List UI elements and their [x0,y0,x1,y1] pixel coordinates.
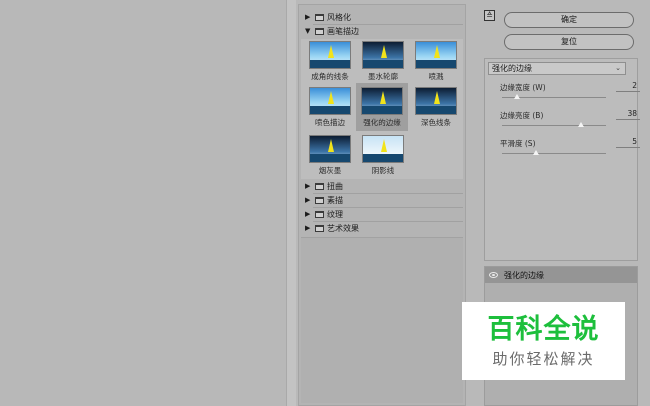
gallery-empty-area [301,237,463,403]
slider-knob[interactable] [513,94,520,99]
filter-preview-image [362,41,404,69]
slider-track[interactable] [502,153,606,154]
filter-thumb-ink-outlines[interactable]: 墨水轮廓 [358,39,408,83]
filter-preview-image [361,87,403,115]
category-label: 素描 [327,195,343,205]
slider-knob[interactable] [578,122,585,127]
filter-thumb-accented-edges[interactable]: 强化的边缘 [356,83,408,131]
slider-knob[interactable] [533,150,540,155]
filter-thumb-label: 喷溅 [428,72,444,81]
filter-preview-image [309,41,351,69]
filter-preview-image [415,41,457,69]
filter-thumb-label: 强化的边缘 [363,118,401,127]
eye-icon[interactable] [489,272,498,278]
filter-preview-image [309,87,351,115]
param-label: 边缘亮度 (B) [500,111,544,120]
category-label: 风格化 [327,12,351,22]
folder-open-icon [315,27,324,35]
ok-button[interactable]: 确定 [504,12,634,28]
filter-thumb-label: 成角的线条 [311,72,349,81]
filter-thumb-label: 墨水轮廓 [368,72,398,81]
folder-icon [315,196,324,204]
param-label: 边缘宽度 (W) [500,83,546,92]
param-value-field[interactable]: 5 [616,137,640,148]
expand-arrow-icon[interactable]: ▶ [305,196,312,204]
filter-preview-image [362,135,404,163]
folder-icon [315,13,324,21]
filter-thumb-label: 深色线条 [421,118,451,127]
category-label: 艺术效果 [327,223,359,233]
filter-thumb-spatter[interactable]: 喷溅 [411,39,461,83]
category-brush-strokes[interactable]: ▼ 画笔描边 [305,25,359,37]
effect-layer-row[interactable]: 强化的边缘 [485,267,637,283]
chevron-down-icon: ⌄ [615,64,621,72]
category-distort[interactable]: ▶ 扭曲 [305,180,343,192]
category-artistic[interactable]: ▶ 艺术效果 [305,222,359,234]
effect-layer-name: 强化的边缘 [504,270,544,280]
param-label: 平滑度 (S) [500,139,536,148]
expand-arrow-icon[interactable]: ▶ [305,210,312,218]
expand-arrow-icon[interactable]: ▶ [305,224,312,232]
reset-button[interactable]: 复位 [504,34,634,50]
filter-select-value: 强化的边缘 [492,64,532,73]
filter-thumb-sumi-e[interactable]: 烟灰墨 [305,133,355,177]
category-label: 纹理 [327,209,343,219]
collapse-arrow-icon[interactable]: ▼ [305,27,312,35]
filter-thumb-dark-strokes[interactable]: 深色线条 [411,85,461,129]
filter-thumb-label: 阴影线 [371,166,395,175]
category-sketch[interactable]: ▶ 素描 [305,194,343,206]
filter-thumb-sprayed-strokes[interactable]: 喷色描边 [305,85,355,129]
filter-thumb-crosshatch[interactable]: 阴影线 [358,133,408,177]
filter-thumb-angled-strokes[interactable]: 成角的线条 [305,39,355,83]
filter-thumb-label: 烟灰墨 [318,166,342,175]
folder-icon [315,182,324,190]
filter-gallery: ▶ 风格化 ▼ 画笔描边 成角的线条 墨水轮廓 喷溅 喷色描边 强化的边缘 深色… [298,4,466,406]
preview-canvas[interactable] [0,0,286,406]
expand-arrow-icon[interactable]: ▶ [305,13,312,21]
param-value-field[interactable]: 2 [616,81,640,92]
category-texture[interactable]: ▶ 纹理 [305,208,343,220]
preview-scrollbar[interactable] [286,0,296,406]
watermark-title: 百科全说 [487,313,600,345]
folder-icon [315,210,324,218]
filter-preview-image [309,135,351,163]
filter-preview-image [415,87,457,115]
param-value-field[interactable]: 38 [616,109,640,120]
category-label: 画笔描边 [327,26,359,36]
category-stylize[interactable]: ▶ 风格化 [305,11,351,23]
collapse-gallery-icon[interactable]: ≙ [484,10,495,21]
thumbnail-grid: 成角的线条 墨水轮廓 喷溅 喷色描边 强化的边缘 深色线条 烟灰墨 阴影线 [301,39,463,179]
category-label: 扭曲 [327,181,343,191]
expand-arrow-icon[interactable]: ▶ [305,182,312,190]
watermark-subtitle: 助你轻松解决 [492,349,595,368]
watermark-logo: 百科全说 助你轻松解决 [462,302,625,380]
filter-select[interactable]: 强化的边缘 ⌄ [488,62,626,75]
folder-icon [315,224,324,232]
filter-thumb-label: 喷色描边 [315,118,345,127]
slider-track[interactable] [502,125,606,126]
